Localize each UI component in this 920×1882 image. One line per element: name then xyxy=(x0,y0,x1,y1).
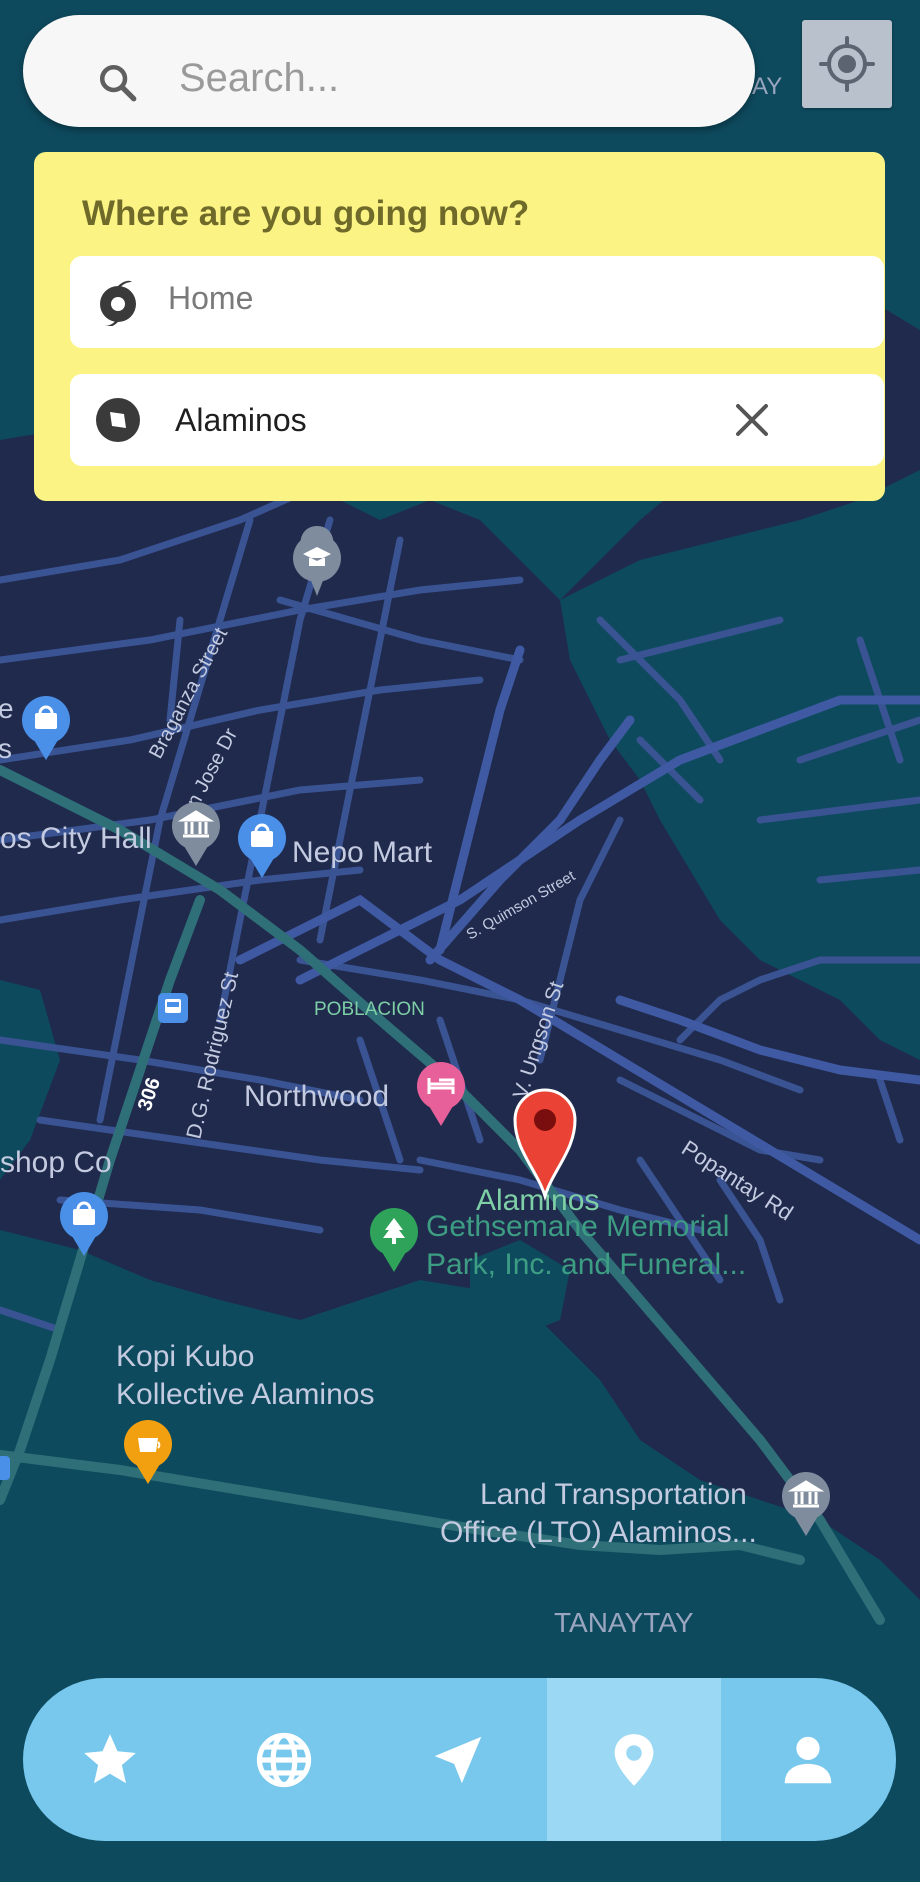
map-label-poblacion: POBLACION xyxy=(314,999,425,1020)
search-icon xyxy=(99,64,137,102)
map-pin-icon xyxy=(614,1733,654,1786)
crosshair-icon xyxy=(819,36,875,92)
close-icon[interactable] xyxy=(730,398,774,442)
bottom-nav xyxy=(23,1678,896,1841)
map-label-lto-line2: Office (LTO) Alaminos... xyxy=(440,1516,757,1549)
destination-panel: Where are you going now? Home Alaminos xyxy=(34,152,885,501)
search-input[interactable] xyxy=(177,53,741,103)
origin-icon xyxy=(100,280,136,326)
map-label-kopi-line2: Kollective Alaminos xyxy=(116,1378,374,1411)
nav-map[interactable] xyxy=(547,1678,721,1841)
map-label-nepo-mart: Nepo Mart xyxy=(292,836,433,869)
origin-field[interactable]: Home xyxy=(70,256,884,348)
my-location-button[interactable] xyxy=(802,20,892,108)
globe-icon xyxy=(256,1732,312,1787)
map-label-gethsemane-line2: Park, Inc. and Funeral... xyxy=(426,1248,746,1281)
nav-profile[interactable] xyxy=(721,1678,895,1841)
destination-value: Alaminos xyxy=(175,402,307,438)
map-label-kopi-line1: Kopi Kubo xyxy=(116,1340,254,1373)
map-label-shop-co: shop Co xyxy=(0,1146,112,1179)
star-icon xyxy=(84,1733,136,1783)
map-label-corner: AY xyxy=(752,73,782,100)
nav-navigate[interactable] xyxy=(371,1678,545,1841)
search-bar[interactable] xyxy=(23,15,755,127)
map-label-gethsemane-line1: Gethsemane Memorial xyxy=(426,1210,729,1243)
destination-field[interactable]: Alaminos xyxy=(70,374,884,466)
bus-stop-icon[interactable] xyxy=(158,993,188,1023)
nav-explore[interactable] xyxy=(197,1678,371,1841)
map-label-northwood: Northwood xyxy=(244,1080,389,1113)
map-label-lto-line1: Land Transportation xyxy=(480,1478,747,1511)
origin-value: Home xyxy=(168,280,254,316)
bus-stop-icon-edge[interactable] xyxy=(0,1456,10,1480)
map-label-edge-2: s xyxy=(0,733,12,764)
panel-heading: Where are you going now? xyxy=(82,194,530,233)
person-icon xyxy=(784,1736,832,1783)
navigation-arrow-icon xyxy=(434,1736,482,1783)
map-label-edge-1: e xyxy=(0,693,14,724)
compass-icon xyxy=(96,398,140,442)
map-label-tanaytay: TANAYTAY xyxy=(554,1607,694,1638)
map-label-city-hall: os City Hall xyxy=(0,822,152,855)
nav-favorites[interactable] xyxy=(23,1678,197,1841)
